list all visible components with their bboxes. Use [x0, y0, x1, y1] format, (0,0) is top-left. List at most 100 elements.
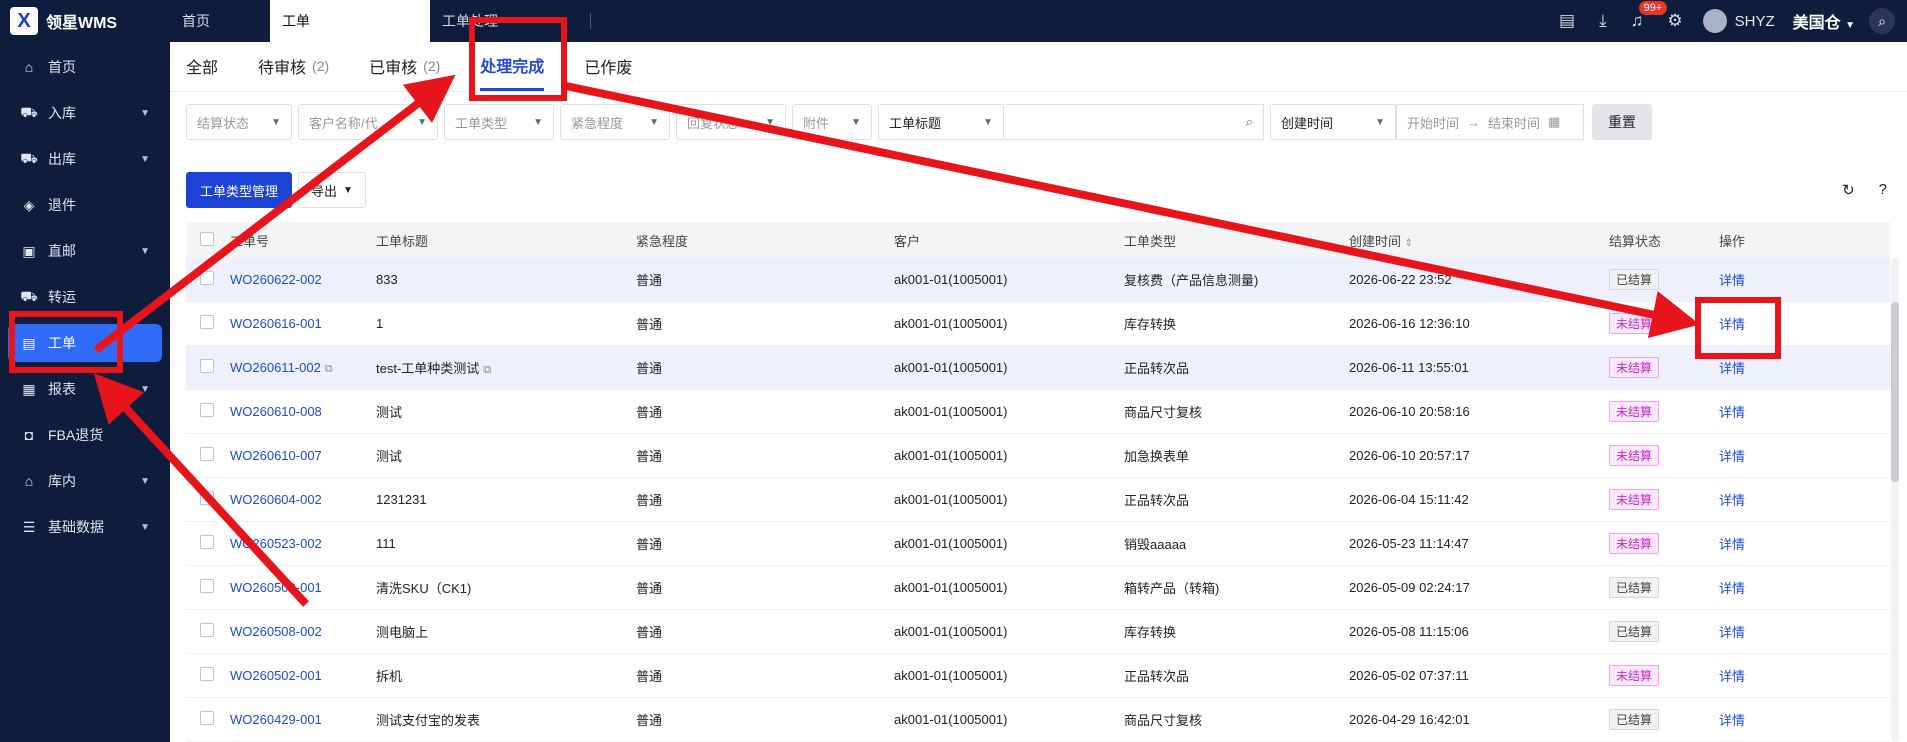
reset-button[interactable]: 重置 [1592, 104, 1652, 140]
detail-link[interactable]: 详情 [1719, 273, 1745, 288]
order-no-link[interactable]: WO260622-002 [230, 272, 322, 287]
sidebar-item-4[interactable]: ▣ 直邮 ▼ [0, 228, 170, 274]
order-no-link[interactable]: WO260523-002 [230, 536, 322, 551]
bell-icon[interactable]: ♫ 99+ [1631, 1, 1668, 31]
checkbox[interactable] [200, 271, 214, 285]
checkbox[interactable] [200, 667, 214, 681]
sidebar-item-2[interactable]: ⛟ 出库 ▼ [0, 136, 170, 182]
row-checkbox-cell[interactable] [186, 447, 220, 464]
copy-icon[interactable]: ⧉ [483, 364, 491, 376]
order-no-link[interactable]: WO260502-001 [230, 668, 322, 683]
row-checkbox-cell[interactable] [186, 623, 220, 640]
sidebar-item-6[interactable]: ▤ 工单 [8, 324, 162, 362]
order-no-link[interactable]: WO260429-001 [230, 712, 322, 727]
order-no-link[interactable]: WO260611-002 [230, 360, 321, 375]
sidebar-item-10[interactable]: ☰ 基础数据 ▼ [0, 504, 170, 550]
search-icon[interactable]: ⌕ [1869, 8, 1895, 34]
avatar[interactable] [1702, 9, 1727, 33]
detail-link[interactable]: 详情 [1719, 317, 1745, 332]
date-range-picker[interactable]: 开始时间 → 结束时间 ▦ [1396, 104, 1584, 140]
row-checkbox-cell[interactable] [186, 403, 220, 420]
row-checkbox-cell[interactable] [186, 711, 220, 728]
checkbox[interactable] [200, 535, 214, 549]
status-tab-1[interactable]: 待审核 (2) [258, 41, 329, 91]
sidebar-item-7[interactable]: ▦ 报表 ▼ [0, 366, 170, 412]
detail-link[interactable]: 详情 [1719, 669, 1745, 684]
order-no-link[interactable]: WO260604-002 [230, 492, 322, 507]
order-no-link[interactable]: WO260610-008 [230, 404, 322, 419]
checkbox[interactable] [200, 491, 214, 505]
status-tab-2[interactable]: 已审核 (2) [369, 41, 440, 91]
warehouse-selector[interactable]: 美国仓 ▼ [1793, 9, 1855, 33]
order-no-link[interactable]: WO260610-007 [230, 448, 322, 463]
top-tab-home[interactable]: 首页 [170, 0, 270, 42]
checkbox[interactable] [200, 447, 214, 461]
task-icon[interactable]: ▤ [1559, 11, 1575, 31]
search-icon[interactable]: ⌕ [1246, 114, 1253, 130]
customer-select[interactable]: 客户名称/代 ▼ [298, 104, 438, 140]
detail-link[interactable]: 详情 [1719, 405, 1745, 420]
detail-link[interactable]: 详情 [1719, 493, 1745, 508]
chevron-down-icon: ▼ [649, 116, 659, 128]
time-field-select[interactable]: 创建时间 ▼ [1270, 104, 1396, 140]
export-button[interactable]: 导出 ▼ [298, 172, 366, 208]
sidebar-item-3[interactable]: ◈ 退件 [0, 182, 170, 228]
action-cell: 详情 [1709, 666, 1769, 685]
col-created-time[interactable]: 创建时间 ⇕ [1339, 231, 1599, 250]
checkbox[interactable] [200, 623, 214, 637]
title-cell: 1231231 [366, 492, 626, 507]
copy-icon[interactable]: ⧉ [325, 363, 333, 375]
top-tab-workorder-process[interactable]: 工单处理 [430, 0, 590, 42]
detail-link[interactable]: 详情 [1719, 537, 1745, 552]
attachment-select[interactable]: 附件 ▼ [792, 104, 872, 140]
detail-link[interactable]: 详情 [1719, 581, 1745, 596]
checkbox[interactable] [200, 403, 214, 417]
status-tab-3[interactable]: 处理完成 [480, 41, 545, 91]
row-checkbox-cell[interactable] [186, 359, 220, 376]
username[interactable]: SHYZ [1735, 13, 1775, 30]
row-checkbox-cell[interactable] [186, 667, 220, 684]
urgency-select[interactable]: 紧急程度 ▼ [560, 104, 670, 140]
checkbox[interactable] [200, 231, 214, 246]
app-logo[interactable]: X 领星WMS [0, 0, 170, 42]
select-all-checkbox[interactable] [186, 231, 220, 249]
status-tab-0[interactable]: 全部 [186, 41, 218, 91]
detail-link[interactable]: 详情 [1719, 713, 1745, 728]
top-tab-workorder[interactable]: 工单 [270, 0, 430, 42]
search-input[interactable]: ⌕ [1004, 104, 1264, 140]
row-checkbox-cell[interactable] [186, 315, 220, 332]
sidebar-item-0[interactable]: ⌂ 首页 [0, 44, 170, 90]
gear-icon[interactable]: ⚙ [1667, 11, 1682, 31]
reply-status-select[interactable]: 回复状态 ▼ [676, 104, 786, 140]
sidebar-item-8[interactable]: ◘ FBA退货 [0, 412, 170, 458]
order-no-link[interactable]: WO260508-002 [230, 624, 322, 639]
search-field-select[interactable]: 工单标题 ▼ [878, 104, 1004, 140]
download-icon[interactable]: ⤓ [1599, 11, 1607, 31]
help-icon[interactable]: ? [1879, 181, 1887, 199]
checkbox[interactable] [200, 579, 214, 593]
manage-order-types-button[interactable]: 工单类型管理 [186, 172, 293, 208]
row-checkbox-cell[interactable] [186, 271, 220, 288]
detail-link[interactable]: 详情 [1719, 361, 1745, 376]
order-type-select[interactable]: 工单类型 ▼ [444, 104, 554, 140]
status-tab-4[interactable]: 已作废 [584, 41, 632, 91]
sidebar-item-9[interactable]: ⌂ 库内 ▼ [0, 458, 170, 504]
order-no-link[interactable]: WO260616-001 [230, 316, 322, 331]
order-no-link[interactable]: WO260509-001 [230, 580, 322, 595]
inbound-icon: ⛟ [20, 103, 38, 120]
row-checkbox-cell[interactable] [186, 491, 220, 508]
scrollbar-thumb[interactable] [1891, 302, 1899, 482]
sidebar-item-5[interactable]: ⛟ 转运 [0, 274, 170, 320]
checkbox[interactable] [200, 315, 214, 329]
checkbox[interactable] [200, 711, 214, 725]
detail-link[interactable]: 详情 [1719, 625, 1745, 640]
urgency-label: 紧急程度 [571, 115, 624, 131]
detail-link[interactable]: 详情 [1719, 449, 1745, 464]
row-checkbox-cell[interactable] [186, 579, 220, 596]
sidebar-item-1[interactable]: ⛟ 入库 ▼ [0, 90, 170, 136]
row-checkbox-cell[interactable] [186, 535, 220, 552]
checkbox[interactable] [200, 359, 214, 373]
settle-status-select[interactable]: 结算状态 ▼ [186, 104, 292, 140]
sort-icon[interactable]: ⇕ [1405, 238, 1413, 249]
refresh-icon[interactable]: ↻ [1842, 181, 1855, 199]
